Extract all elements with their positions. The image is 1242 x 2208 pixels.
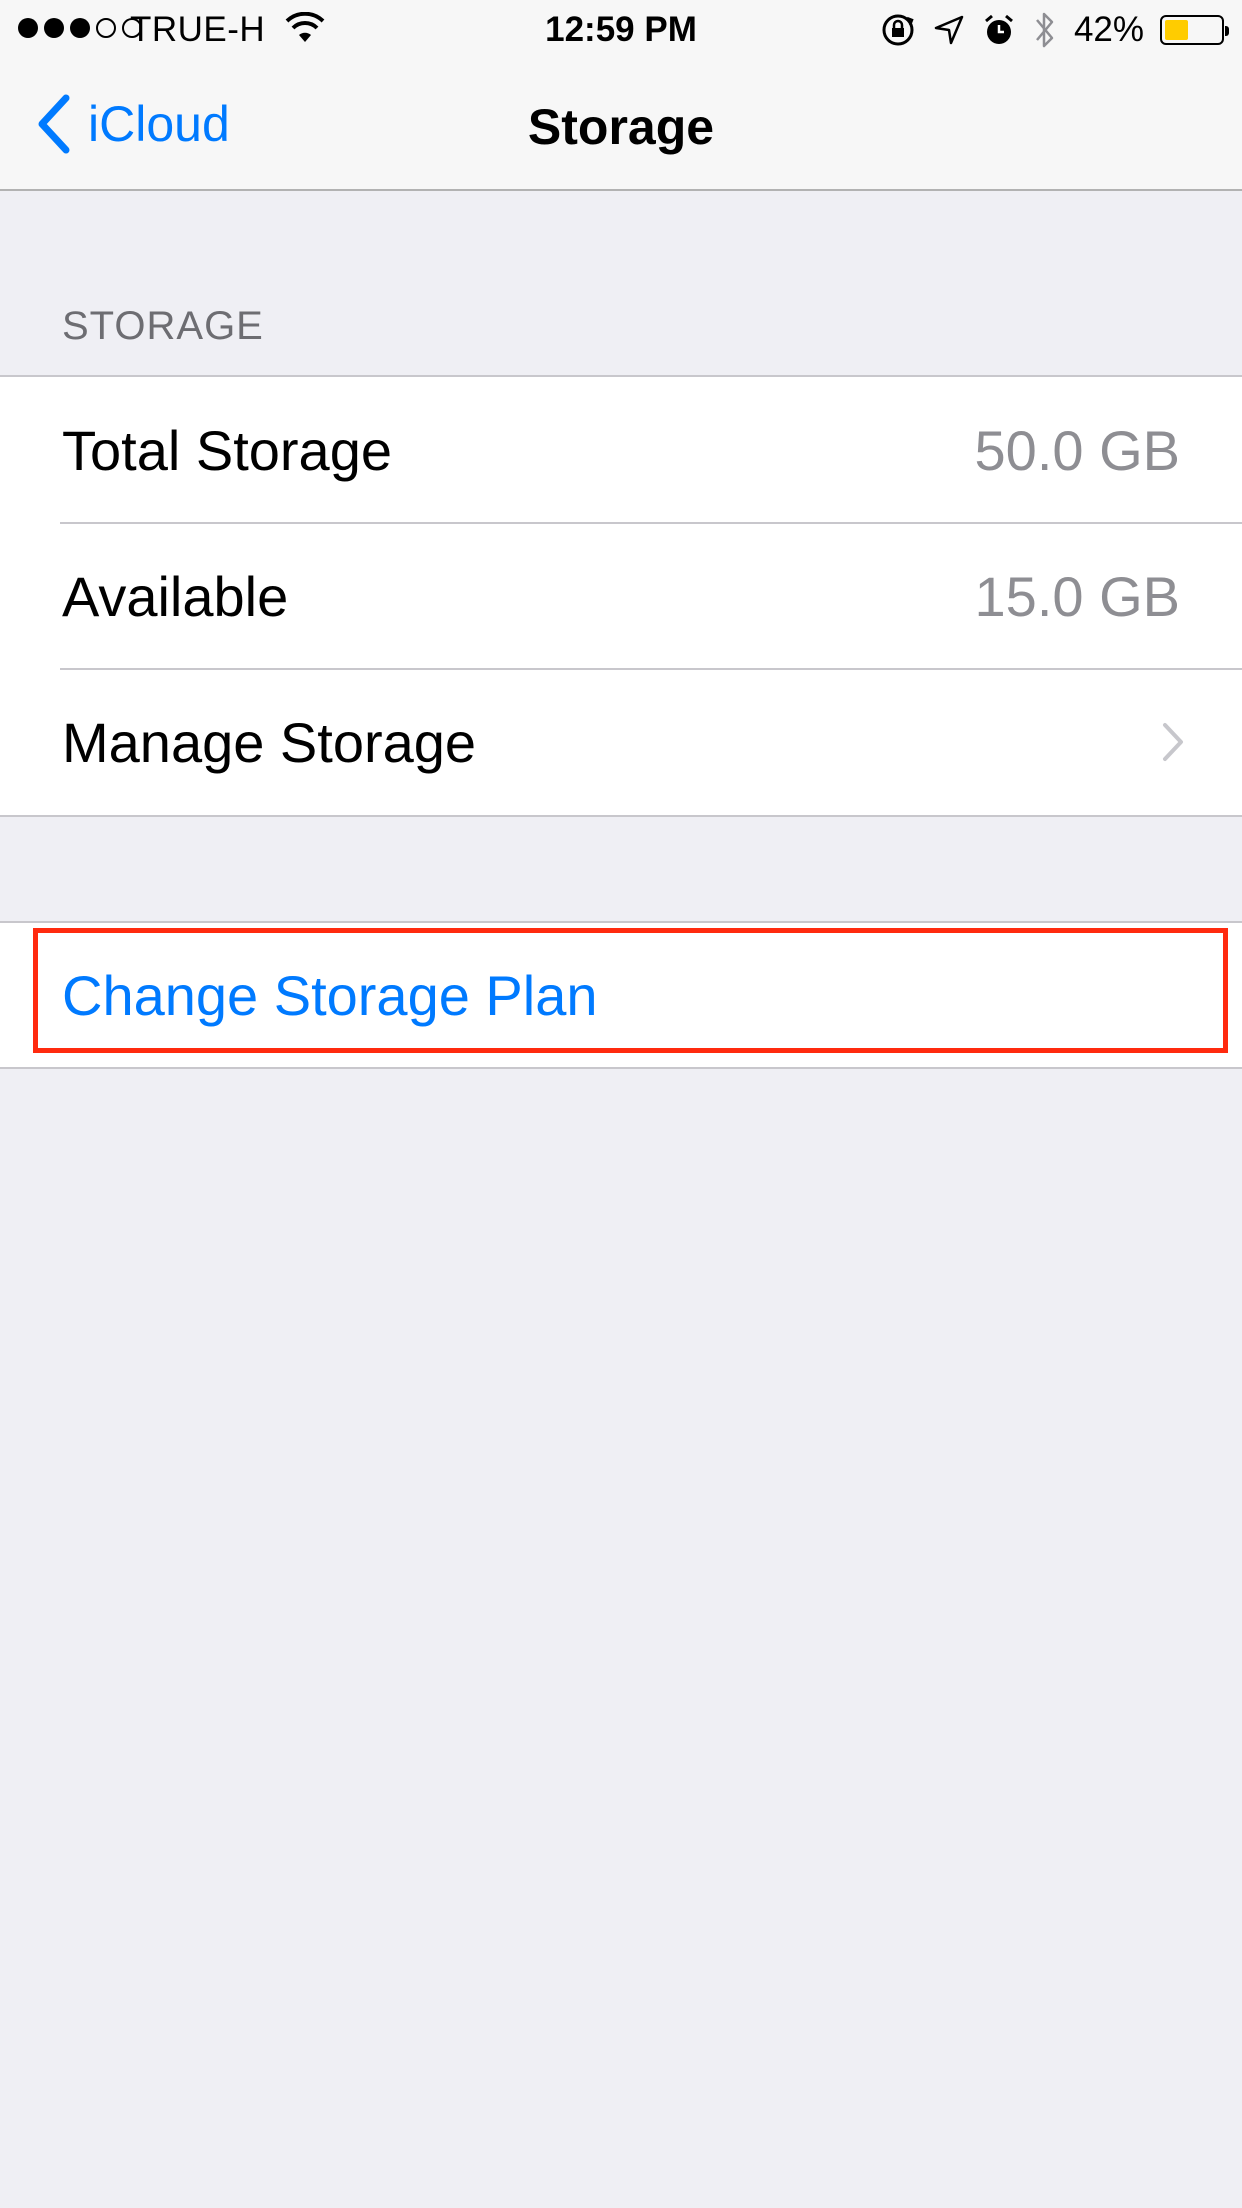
battery-nub	[1225, 26, 1229, 36]
section-header-storage: STORAGE	[62, 304, 264, 348]
bluetooth-icon	[1035, 12, 1054, 48]
row-label: Available	[62, 564, 289, 628]
battery-icon	[1160, 15, 1229, 45]
row-label: Manage Storage	[62, 710, 477, 774]
row-manage-storage[interactable]: Manage Storage	[0, 668, 1242, 815]
row-total-storage: Total Storage 50.0 GB	[0, 377, 1242, 523]
row-label: Total Storage	[62, 418, 392, 482]
battery-level-fill	[1165, 20, 1188, 40]
storage-group: Total Storage 50.0 GB Available 15.0 GB …	[0, 375, 1242, 817]
battery-percentage: 42%	[1073, 10, 1144, 49]
row-value: 50.0 GB	[974, 418, 1180, 482]
highlight-annotation-box	[33, 928, 1228, 1053]
page-title: Storage	[527, 99, 715, 155]
chevron-right-icon	[1163, 723, 1183, 761]
status-bar: TRUE-H 12:59 PM 42%	[0, 0, 1242, 60]
status-right-group: 42%	[880, 10, 1229, 50]
row-value: 15.0 GB	[974, 564, 1180, 628]
navigation-bar: iCloud Storage	[0, 60, 1242, 191]
orientation-lock-icon	[882, 14, 914, 46]
alarm-clock-icon	[984, 14, 1013, 44]
row-available: Available 15.0 GB	[0, 522, 1242, 669]
location-arrow-icon	[934, 15, 964, 45]
